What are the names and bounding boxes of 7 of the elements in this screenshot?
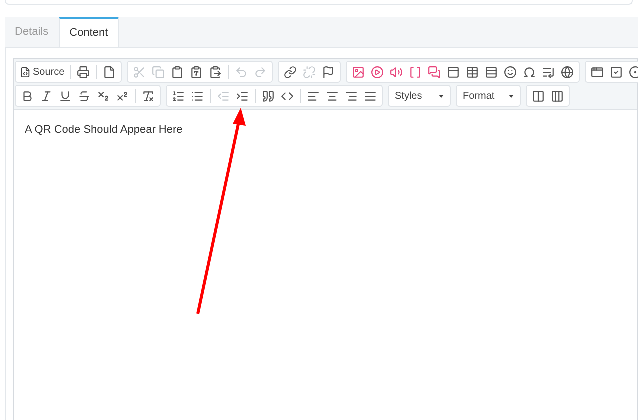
code-file-icon [20, 66, 31, 78]
caret-icon [439, 94, 444, 98]
styles-dropdown[interactable]: Styles [388, 85, 451, 107]
format-dropdown[interactable]: Format [456, 85, 521, 107]
tab[interactable]: Content [58, 17, 120, 47]
caret-icon [509, 94, 514, 98]
editor-text: A QR Code Should Appear Here [25, 123, 184, 138]
